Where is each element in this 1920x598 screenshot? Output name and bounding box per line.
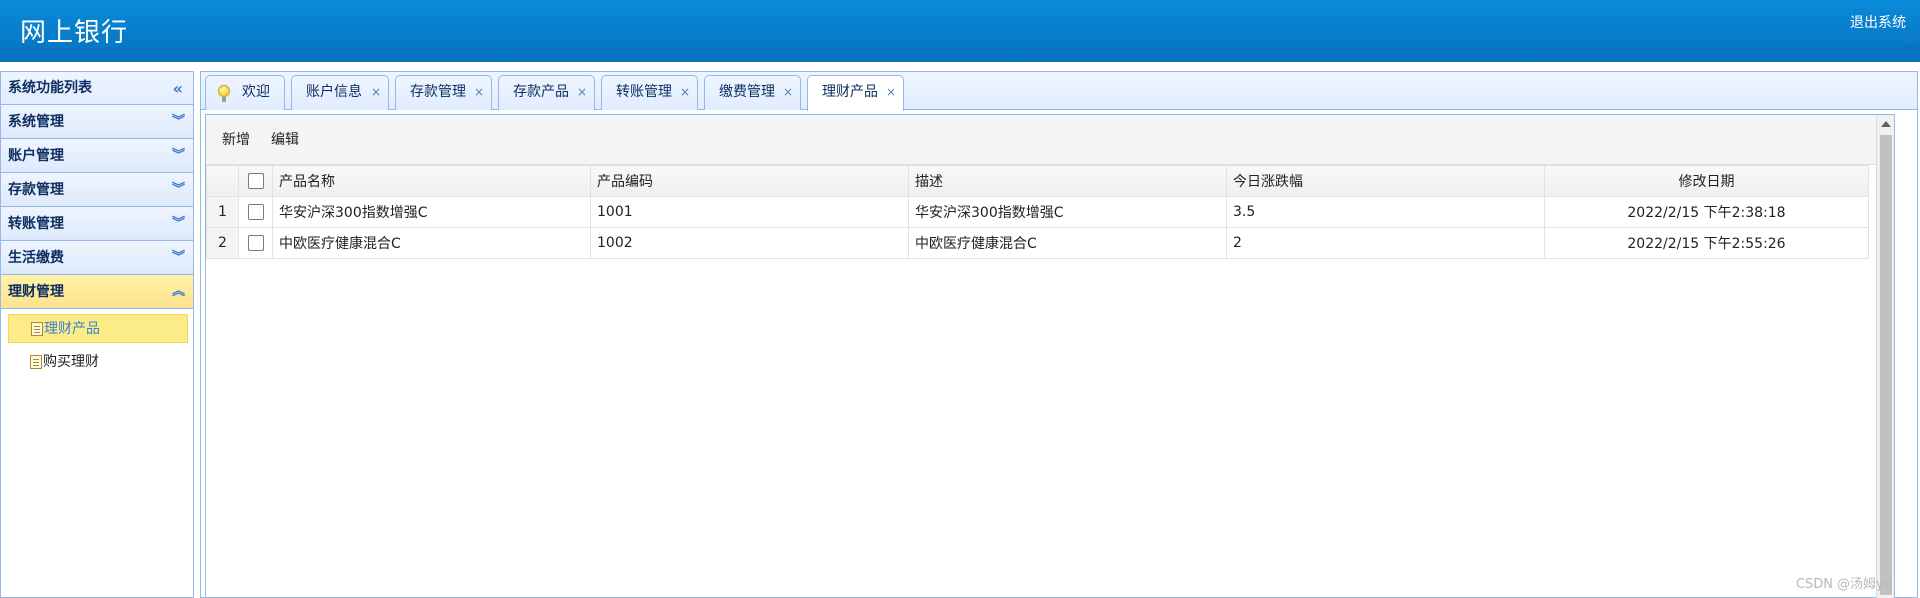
column-header[interactable]: 产品编码 [590, 165, 909, 197]
scrollbar-thumb[interactable] [1880, 135, 1892, 595]
document-icon [31, 322, 43, 336]
close-icon[interactable]: × [783, 76, 793, 109]
sidebar-section-deposit[interactable]: 存款管理 ︾ [1, 173, 193, 207]
collapse-left-icon[interactable]: « [173, 72, 183, 105]
header-decoration-icon: ◡ [1903, 36, 1914, 50]
tab-label: 缴费管理 [719, 84, 775, 100]
description-cell: 中欧医疗健康混合C [908, 227, 1227, 259]
expand-down-icon: ︾ [171, 148, 185, 163]
row-select-cell [238, 227, 273, 259]
tab-deposit-mgmt[interactable]: 存款管理 × [395, 75, 492, 110]
tab-payment-mgmt[interactable]: 缴费管理 × [704, 75, 801, 110]
tab-wealth-products[interactable]: 理财产品 × [807, 75, 904, 111]
sidebar-section-account[interactable]: 账户管理 ︾ [1, 139, 193, 173]
modified-date-cell: 2022/2/15 下午2:38:18 [1544, 196, 1869, 228]
close-icon[interactable]: × [474, 76, 484, 109]
document-icon [30, 355, 42, 369]
column-header[interactable]: 今日涨跌幅 [1226, 165, 1545, 197]
row-select-cell [238, 196, 273, 228]
table-row[interactable]: 2 中欧医疗健康混合C 1002 中欧医疗健康混合C 2 2022/2/15 下… [206, 227, 1869, 259]
modified-date-cell: 2022/2/15 下午2:55:26 [1544, 227, 1869, 259]
tab-label: 账户信息 [306, 84, 362, 100]
tab-bar: 欢迎 账户信息 × 存款管理 × 存款产品 × 转账管理 × 缴费管理 × 理财… [201, 72, 1917, 111]
app-title: 网上银行 [20, 18, 129, 48]
grid-header-row: 产品名称 产品编码 描述 今日涨跌幅 修改日期 [206, 165, 1869, 197]
expand-down-icon: ︾ [171, 114, 185, 129]
scroll-up-icon[interactable] [1881, 121, 1891, 127]
sidebar-section-payment[interactable]: 生活缴费 ︾ [1, 241, 193, 275]
product-code-cell: 1002 [590, 227, 909, 259]
toolbar: 新增 编辑 [206, 115, 1894, 165]
column-header[interactable]: 产品名称 [272, 165, 591, 197]
edit-button[interactable]: 编辑 [271, 129, 299, 149]
select-all-cell [238, 165, 273, 197]
select-all-checkbox[interactable] [247, 173, 264, 189]
sidebar-section-wealth[interactable]: 理财管理 ︽ [1, 275, 193, 309]
logout-link[interactable]: 退出系统 [1850, 12, 1906, 32]
close-icon[interactable]: × [577, 76, 587, 109]
tab-account-info[interactable]: 账户信息 × [291, 75, 389, 110]
tab-label: 理财产品 [822, 84, 878, 100]
watermark: CSDN @汤姆yu [1795, 577, 1892, 592]
expand-down-icon: ︾ [171, 250, 185, 265]
table-row[interactable]: 1 华安沪深300指数增强C 1001 华安沪深300指数增强C 3.5 202… [206, 196, 1869, 228]
sidebar-section-label: 存款管理 [8, 182, 64, 198]
row-checkbox[interactable] [247, 235, 264, 251]
sidebar-item-label: 理财产品 [44, 321, 100, 337]
tab-label: 存款产品 [513, 84, 569, 100]
sidebar: 系统功能列表 « 系统管理 ︾ 账户管理 ︾ 存款管理 ︾ 转账管理 ︾ 生活缴… [0, 71, 194, 598]
sidebar-item-buy-wealth[interactable]: 购买理财 [8, 348, 188, 377]
close-icon[interactable]: × [886, 76, 896, 109]
sidebar-section-label: 理财管理 [8, 284, 64, 300]
row-number-header [206, 165, 239, 197]
app-header: 网上银行 退出系统 ◡ [0, 0, 1920, 62]
expand-down-icon: ︾ [171, 182, 185, 197]
tab-deposit-products[interactable]: 存款产品 × [498, 75, 595, 110]
product-name-cell: 华安沪深300指数增强C [272, 196, 591, 228]
tab-content: 新增 编辑 产品名称 产品编码 描述 今日涨跌幅 修改日期 1 华安沪深300指… [205, 114, 1895, 598]
close-icon[interactable]: × [680, 76, 690, 109]
row-number: 1 [206, 196, 239, 228]
vertical-scrollbar[interactable] [1876, 115, 1894, 598]
expand-down-icon: ︾ [171, 216, 185, 231]
tab-label: 欢迎 [242, 84, 270, 100]
column-header[interactable]: 描述 [908, 165, 1227, 197]
sidebar-section-label: 账户管理 [8, 148, 64, 164]
sidebar-section-label: 转账管理 [8, 216, 64, 232]
sidebar-section-system[interactable]: 系统管理 ︾ [1, 105, 193, 139]
sidebar-section-label: 系统管理 [8, 114, 64, 130]
change-cell: 3.5 [1226, 196, 1545, 228]
change-cell: 2 [1226, 227, 1545, 259]
main-panel: 欢迎 账户信息 × 存款管理 × 存款产品 × 转账管理 × 缴费管理 × 理财… [200, 71, 1918, 598]
sidebar-section-transfer[interactable]: 转账管理 ︾ [1, 207, 193, 241]
sidebar-title: 系统功能列表 [8, 80, 92, 96]
sidebar-section-label: 生活缴费 [8, 250, 64, 266]
tab-label: 转账管理 [616, 84, 672, 100]
product-name-cell: 中欧医疗健康混合C [272, 227, 591, 259]
column-header[interactable]: 修改日期 [1544, 165, 1869, 197]
sidebar-header: 系统功能列表 « [1, 72, 193, 105]
sidebar-item-wealth-products[interactable]: 理财产品 [8, 314, 188, 343]
close-icon[interactable]: × [371, 76, 381, 109]
data-grid: 产品名称 产品编码 描述 今日涨跌幅 修改日期 1 华安沪深300指数增强C 1… [206, 165, 1869, 259]
tab-welcome[interactable]: 欢迎 [205, 75, 285, 110]
add-button[interactable]: 新增 [222, 129, 250, 149]
description-cell: 华安沪深300指数增强C [908, 196, 1227, 228]
row-number: 2 [206, 227, 239, 259]
tab-label: 存款管理 [410, 84, 466, 100]
sidebar-item-label: 购买理财 [43, 354, 99, 370]
lightbulb-icon [218, 85, 230, 102]
product-code-cell: 1001 [590, 196, 909, 228]
tab-transfer-mgmt[interactable]: 转账管理 × [601, 75, 698, 110]
expand-up-icon: ︽ [171, 284, 185, 299]
row-checkbox[interactable] [247, 204, 264, 220]
